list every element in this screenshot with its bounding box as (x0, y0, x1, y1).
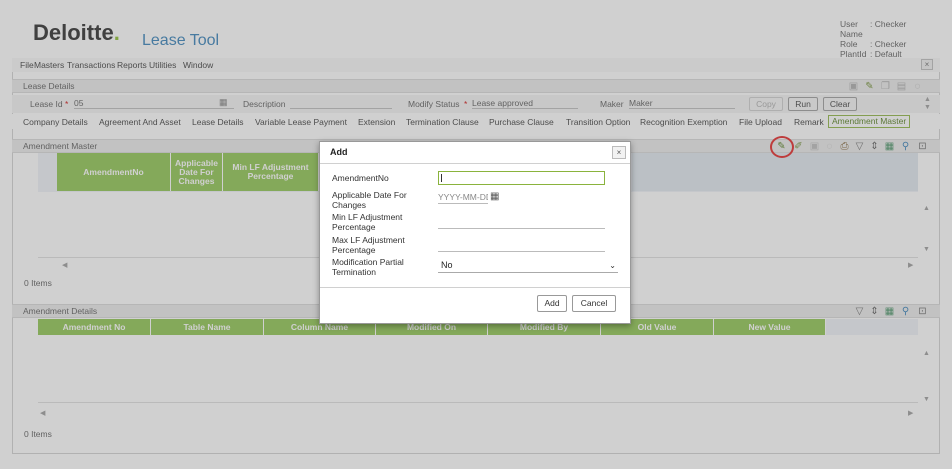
amendment-no-input[interactable] (438, 171, 605, 185)
chevron-down-icon: ⌄ (609, 261, 616, 270)
applicable-date-label: Applicable Date For Changes (332, 190, 407, 210)
text-cursor (441, 174, 442, 182)
modification-partial-termination-select[interactable]: No ⌄ (438, 259, 618, 273)
dialog-header-divider (320, 163, 630, 164)
close-dialog-button[interactable]: × (612, 146, 626, 159)
add-button[interactable]: Add (537, 295, 567, 312)
cancel-button[interactable]: Cancel (572, 295, 616, 312)
max-lf-adjustment-input[interactable] (438, 240, 605, 252)
applicable-date-input[interactable]: YYYY-MM-DD (438, 192, 488, 204)
min-lf-adjustment-label: Min LF Adjustment Percentage (332, 212, 403, 232)
add-dialog-title: Add (330, 147, 348, 157)
select-value: No (441, 260, 453, 270)
calendar-icon[interactable]: ▦ (490, 191, 499, 202)
amendment-no-label: AmendmentNo (332, 173, 389, 183)
min-lf-adjustment-input[interactable] (438, 217, 605, 229)
modification-partial-termination-label: Modification Partial Termination (332, 257, 404, 277)
dialog-footer-divider (320, 287, 630, 288)
max-lf-adjustment-label: Max LF Adjustment Percentage (332, 235, 405, 255)
